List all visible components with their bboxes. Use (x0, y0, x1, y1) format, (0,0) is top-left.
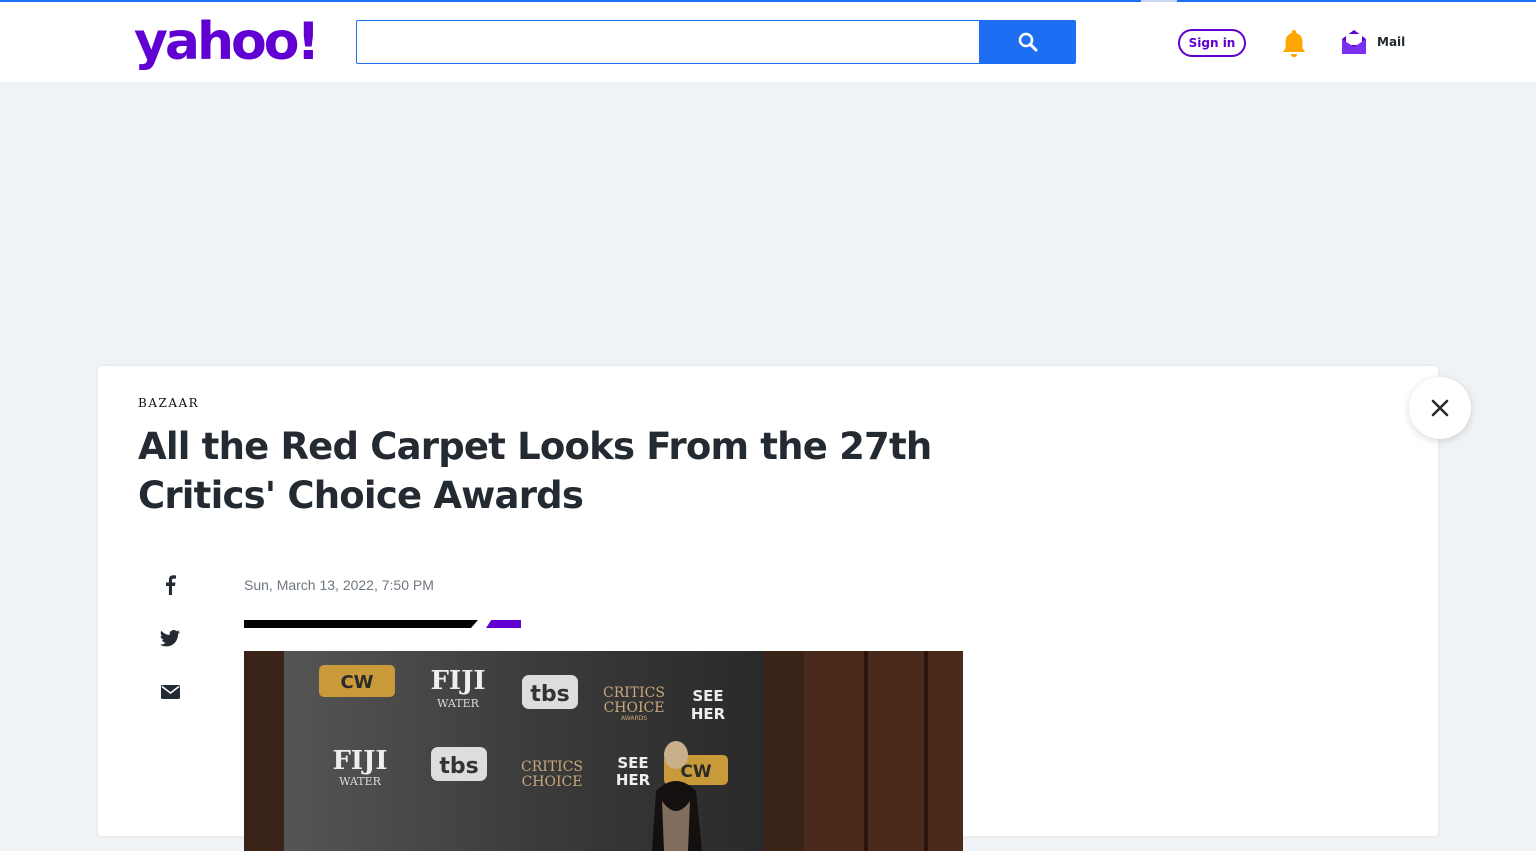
search-input[interactable] (357, 21, 979, 63)
cw-logo: CW (340, 672, 373, 693)
article-hero-image[interactable]: CW FIJI WATER tbs CRITICS CHOICE AWARDS … (244, 651, 963, 851)
fiji-water-label: WATER (437, 697, 479, 710)
her-label-2: HER (616, 771, 651, 789)
search-icon (1018, 32, 1037, 52)
cw-logo-2: CW (680, 762, 711, 782)
author-bar-black (244, 620, 478, 628)
fiji-water-label-2: WATER (339, 775, 381, 788)
fiji-logo: FIJI (430, 666, 485, 696)
see-label: SEE (692, 687, 723, 705)
facebook-icon (166, 575, 176, 595)
article-card: BAZAAR All the Red Carpet Looks From the… (98, 366, 1438, 851)
choice-label-2: CHOICE (522, 774, 583, 790)
author-bar-purple (486, 620, 521, 628)
twitter-icon (160, 629, 180, 646)
mail-label[interactable]: Mail (1377, 35, 1405, 49)
tbs-logo-2: tbs (439, 754, 478, 779)
awards-label: AWARDS (621, 715, 647, 722)
share-twitter-button[interactable] (158, 626, 182, 650)
article-title: All the Red Carpet Looks From the 27th C… (138, 425, 932, 517)
choice-label: CHOICE (604, 700, 665, 716)
tbs-logo: tbs (530, 682, 569, 707)
search-field[interactable] (356, 20, 979, 64)
critics-label-2: CRITICS (521, 759, 583, 775)
share-email-button[interactable] (158, 680, 182, 704)
mail-icon[interactable] (1340, 28, 1368, 56)
fiji-logo-2: FIJI (332, 746, 387, 776)
see-label-2: SEE (617, 754, 648, 772)
article-date: Sun, March 13, 2022, 7:50 PM (244, 577, 434, 593)
her-label: HER (691, 705, 726, 723)
notification-bell-icon[interactable] (1280, 28, 1308, 60)
critics-label: CRITICS (603, 685, 665, 701)
close-icon (1431, 399, 1449, 417)
publisher-logo[interactable]: BAZAAR (138, 396, 199, 410)
header: yahoo! Sign in Mail (0, 2, 1536, 82)
yahoo-logo[interactable]: yahoo! (134, 12, 320, 72)
email-icon (160, 685, 180, 699)
search-button[interactable] (979, 20, 1076, 64)
close-button[interactable] (1409, 377, 1471, 439)
sign-in-button[interactable]: Sign in (1178, 29, 1246, 57)
share-facebook-button[interactable] (158, 573, 182, 597)
